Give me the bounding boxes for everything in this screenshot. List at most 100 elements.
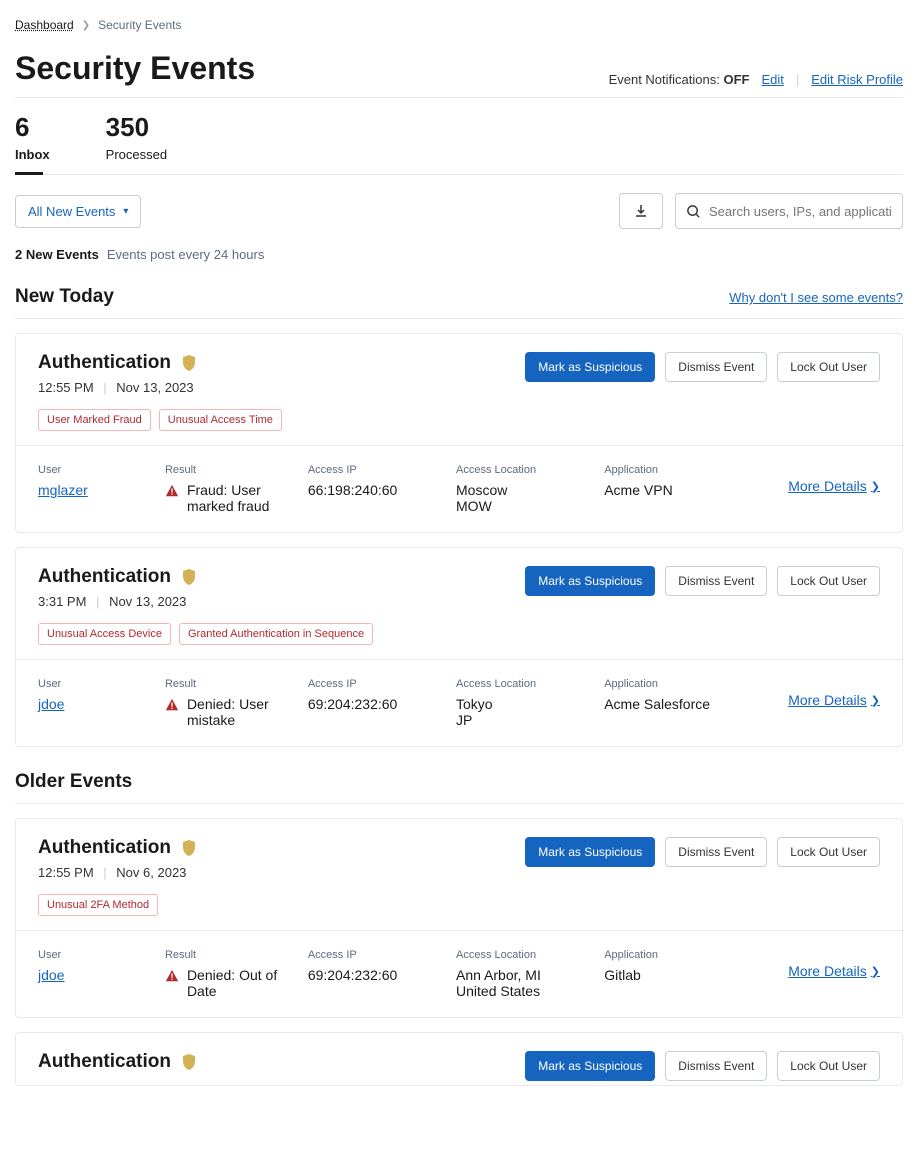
chevron-right-icon: ❯	[871, 965, 880, 978]
download-button[interactable]	[619, 193, 663, 229]
event-card: Authentication 12:55 PM | Nov 6, 2023 Ma…	[15, 818, 903, 1018]
download-icon	[633, 203, 649, 219]
warning-icon	[165, 484, 179, 498]
lock-out-user-button[interactable]: Lock Out User	[777, 566, 880, 596]
edit-notifications-link[interactable]: Edit	[761, 72, 783, 87]
event-tag: Unusual 2FA Method	[38, 894, 158, 916]
help-link[interactable]: Why don't I see some events?	[729, 290, 903, 305]
event-date: Nov 13, 2023	[116, 380, 193, 395]
result-text: Fraud: User marked fraud	[187, 482, 298, 514]
label-user: User	[38, 949, 155, 961]
tab-inbox-count: 6	[15, 112, 29, 143]
location-line2: MOW	[456, 498, 594, 514]
mark-suspicious-button[interactable]: Mark as Suspicious	[525, 1051, 655, 1081]
ip-value: 69:204:232:60	[308, 967, 446, 983]
lock-out-user-button[interactable]: Lock Out User	[777, 352, 880, 382]
user-link[interactable]: mglazer	[38, 482, 88, 498]
label-app: Application	[604, 949, 774, 961]
search-input[interactable]	[709, 204, 892, 219]
user-link[interactable]: jdoe	[38, 967, 64, 983]
chevron-down-icon: ▾	[123, 206, 128, 217]
location-line2: United States	[456, 983, 594, 999]
event-type: Authentication	[38, 352, 171, 374]
divider: |	[796, 72, 799, 87]
section-new-title: New Today	[15, 286, 114, 308]
breadcrumb-current: Security Events	[98, 18, 181, 32]
app-value: Gitlab	[604, 967, 774, 983]
label-ip: Access IP	[308, 464, 446, 476]
tab-processed[interactable]: 350 Processed	[106, 112, 167, 174]
filter-dropdown[interactable]: All New Events ▾	[15, 195, 141, 228]
tab-inbox-label: Inbox	[15, 147, 50, 162]
new-events-count: 2 New Events	[15, 247, 99, 262]
ip-value: 69:204:232:60	[308, 696, 446, 712]
event-time: 3:31 PM	[38, 594, 86, 609]
shield-icon	[181, 568, 197, 586]
lock-out-user-button[interactable]: Lock Out User	[777, 1051, 880, 1081]
notification-state: Event Notifications: OFF	[609, 72, 750, 87]
location-line1: Tokyo	[456, 696, 594, 712]
dismiss-event-button[interactable]: Dismiss Event	[665, 837, 767, 867]
tab-processed-label: Processed	[106, 147, 167, 162]
label-ip: Access IP	[308, 678, 446, 690]
events-cadence: Events post every 24 hours	[107, 247, 265, 262]
warning-icon	[165, 969, 179, 983]
more-details-link[interactable]: More Details❯	[784, 478, 880, 494]
event-time: 12:55 PM	[38, 380, 94, 395]
label-location: Access Location	[456, 678, 594, 690]
event-tag: User Marked Fraud	[38, 409, 151, 431]
label-app: Application	[604, 678, 774, 690]
chevron-right-icon: ❯	[871, 480, 880, 493]
user-link[interactable]: jdoe	[38, 696, 64, 712]
label-user: User	[38, 678, 155, 690]
dismiss-event-button[interactable]: Dismiss Event	[665, 1051, 767, 1081]
more-details-link[interactable]: More Details❯	[784, 692, 880, 708]
event-tag: Unusual Access Time	[159, 409, 282, 431]
more-details-link[interactable]: More Details❯	[784, 963, 880, 979]
label-user: User	[38, 464, 155, 476]
breadcrumb-root[interactable]: Dashboard	[15, 18, 74, 32]
chevron-right-icon: ❯	[871, 694, 880, 707]
section-older-title: Older Events	[15, 771, 132, 793]
event-card: Authentication 3:31 PM | Nov 13, 2023 Ma…	[15, 547, 903, 747]
shield-icon	[181, 354, 197, 372]
tab-processed-count: 350	[106, 112, 149, 143]
event-time: 12:55 PM	[38, 865, 94, 880]
event-tag: Granted Authentication in Sequence	[179, 623, 373, 645]
location-line1: Ann Arbor, MI	[456, 967, 594, 983]
label-location: Access Location	[456, 949, 594, 961]
breadcrumb: Dashboard ❯ Security Events	[15, 18, 903, 32]
event-tag: Unusual Access Device	[38, 623, 171, 645]
shield-icon	[181, 839, 197, 857]
label-location: Access Location	[456, 464, 594, 476]
location-line2: JP	[456, 712, 594, 728]
app-value: Acme Salesforce	[604, 696, 774, 712]
dismiss-event-button[interactable]: Dismiss Event	[665, 566, 767, 596]
label-ip: Access IP	[308, 949, 446, 961]
event-type: Authentication	[38, 837, 171, 859]
result-text: Denied: Out of Date	[187, 967, 298, 999]
label-app: Application	[604, 464, 774, 476]
event-card: Authentication Mark as Suspicious Dismis…	[15, 1032, 903, 1086]
event-type: Authentication	[38, 1051, 171, 1073]
event-date: Nov 6, 2023	[116, 865, 186, 880]
label-result: Result	[165, 949, 298, 961]
ip-value: 66:198:240:60	[308, 482, 446, 498]
dismiss-event-button[interactable]: Dismiss Event	[665, 352, 767, 382]
search-box[interactable]	[675, 193, 903, 229]
warning-icon	[165, 698, 179, 712]
location-line1: Moscow	[456, 482, 594, 498]
mark-suspicious-button[interactable]: Mark as Suspicious	[525, 837, 655, 867]
mark-suspicious-button[interactable]: Mark as Suspicious	[525, 566, 655, 596]
search-icon	[686, 204, 701, 219]
shield-icon	[181, 1053, 197, 1071]
lock-out-user-button[interactable]: Lock Out User	[777, 837, 880, 867]
label-result: Result	[165, 678, 298, 690]
mark-suspicious-button[interactable]: Mark as Suspicious	[525, 352, 655, 382]
tabs: 6 Inbox 350 Processed	[15, 97, 903, 175]
tab-inbox[interactable]: 6 Inbox	[15, 112, 50, 174]
event-type: Authentication	[38, 566, 171, 588]
app-value: Acme VPN	[604, 482, 774, 498]
chevron-right-icon: ❯	[82, 20, 90, 31]
edit-risk-profile-link[interactable]: Edit Risk Profile	[811, 72, 903, 87]
